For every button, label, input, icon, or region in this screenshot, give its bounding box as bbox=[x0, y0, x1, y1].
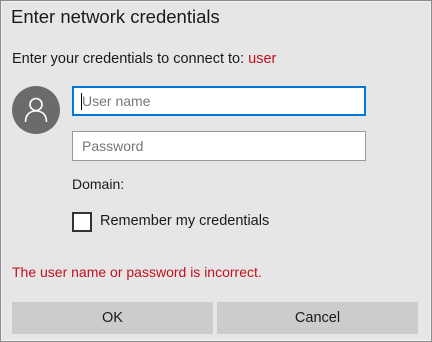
username-input[interactable]: User name bbox=[72, 86, 366, 116]
user-avatar bbox=[12, 86, 60, 134]
cancel-button[interactable]: Cancel bbox=[217, 302, 418, 334]
remember-credentials-checkbox[interactable] bbox=[72, 212, 92, 232]
text-caret bbox=[81, 93, 82, 110]
domain-label: Domain: bbox=[72, 176, 125, 192]
error-message: The user name or password is incorrect. bbox=[12, 264, 262, 280]
password-input[interactable]: Password bbox=[72, 131, 366, 161]
connect-prompt: Enter your credentials to connect to: us… bbox=[12, 51, 276, 67]
connect-prompt-text: Enter your credentials to connect to: bbox=[12, 51, 245, 67]
dialog-title: Enter network credentials bbox=[11, 6, 220, 27]
username-placeholder: User name bbox=[82, 93, 151, 109]
password-placeholder: Password bbox=[82, 138, 144, 154]
connect-target: user bbox=[248, 51, 277, 67]
user-icon bbox=[24, 97, 48, 123]
ok-button[interactable]: OK bbox=[12, 302, 213, 334]
remember-credentials-label[interactable]: Remember my credentials bbox=[100, 213, 269, 229]
credentials-dialog: Enter network credentials Enter your cre… bbox=[0, 0, 432, 342]
